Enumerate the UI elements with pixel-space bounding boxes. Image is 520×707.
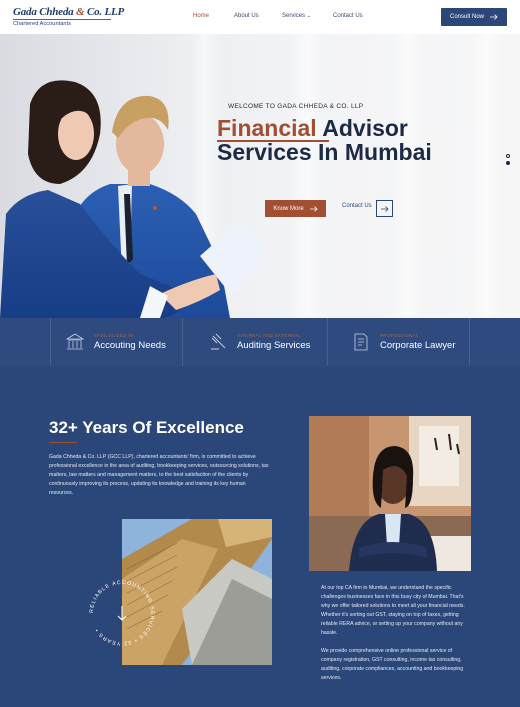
nav-home[interactable]: Home	[193, 13, 209, 19]
contact-us-link[interactable]: Contact Us	[342, 203, 372, 209]
consult-now-label: Consult Now	[449, 14, 484, 20]
bg-column	[290, 34, 324, 318]
hero-section: WELCOME TO GADA CHHEDA & CO. LLP Financi…	[0, 34, 520, 318]
arrow-right-icon	[490, 14, 498, 20]
professional-woman-photo	[309, 416, 471, 571]
slider-dot[interactable]	[506, 154, 510, 158]
service-card-corporate[interactable]: PROFESSIONAL Corporate Lawyer	[352, 318, 456, 366]
contact-us-arrow-button[interactable]	[376, 200, 393, 217]
bank-icon	[66, 333, 84, 350]
about-paragraph: Gada Chheda & Co. LLP (GCC LLP), charter…	[49, 454, 269, 496]
divider	[182, 318, 183, 366]
service-kicker: PROFESSIONAL	[380, 333, 419, 338]
service-card-auditing[interactable]: INTERNAL AND EXTERNAL Auditing Services	[209, 318, 310, 366]
slider-dots	[506, 154, 510, 165]
site-header: Gada Chheda & Co. LLP Chartered Accounta…	[0, 0, 520, 34]
hero-title-accent: Financial	[217, 115, 317, 141]
hero-people-photo	[0, 80, 264, 318]
services-strip: SPECIALIZED IN Accouting Needs INTERNAL …	[0, 318, 520, 366]
know-more-button[interactable]: Know More	[265, 200, 326, 217]
bg-column	[390, 34, 424, 318]
service-title: Auditing Services	[237, 340, 311, 351]
divider	[469, 318, 470, 366]
service-kicker: SPECIALIZED IN	[94, 333, 134, 338]
reliable-accounting-badge: RELIABLE ACCOUNTING SERVICES • 32 YEARS …	[89, 580, 154, 646]
divider	[327, 318, 328, 366]
service-title: Accouting Needs	[94, 340, 166, 351]
firm-paragraph: We provide comprehensive online professi…	[321, 648, 464, 681]
slider-dot-active[interactable]	[506, 161, 510, 165]
hero-title-line2: Services In Mumbai	[217, 139, 432, 165]
hero-welcome: WELCOME TO GADA CHHEDA & CO. LLP	[228, 103, 364, 110]
know-more-label: Know More	[273, 205, 304, 212]
service-title: Corporate Lawyer	[380, 340, 456, 351]
nav-services[interactable]: Services ⌄	[282, 13, 311, 19]
service-card-accounting[interactable]: SPECIALIZED IN Accouting Needs	[66, 318, 166, 366]
gavel-icon	[211, 333, 226, 350]
hero-title-rest: Advisor	[322, 115, 408, 141]
arrow-right-icon	[380, 205, 389, 212]
nav-services-label: Services	[282, 13, 306, 19]
firm-paragraph: At our top CA firm in Mumbai, we underst…	[321, 585, 465, 636]
consult-now-button[interactable]: Consult Now	[441, 8, 507, 26]
section-title: 32+ Years Of Excellence	[49, 418, 244, 437]
bg-column	[470, 34, 504, 318]
service-kicker: INTERNAL AND EXTERNAL	[237, 333, 301, 338]
arrow-right-icon	[309, 205, 318, 212]
divider	[50, 318, 51, 366]
nav-contact[interactable]: Contact Us	[333, 13, 363, 19]
document-icon	[354, 333, 368, 351]
chevron-down-icon: ⌄	[306, 13, 311, 19]
firm-description: At our top CA firm in Mumbai, we underst…	[321, 584, 471, 683]
section-title-rule	[49, 442, 77, 443]
hero-title-underline	[217, 140, 329, 142]
nav-about[interactable]: About Us	[234, 13, 259, 19]
arrow-down-icon	[117, 606, 127, 621]
